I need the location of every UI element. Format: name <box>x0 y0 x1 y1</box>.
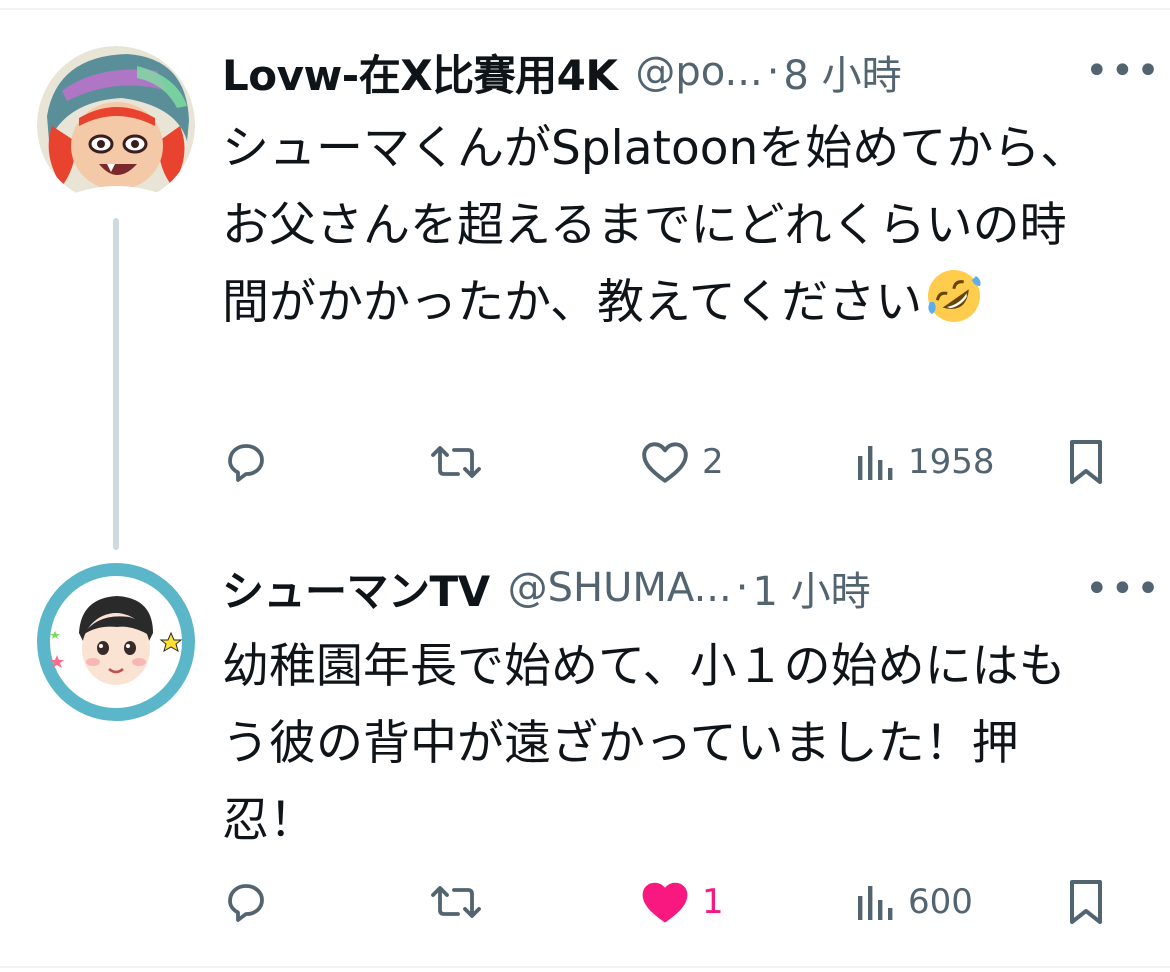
tweet-text: シューマくんがSplatoonを始めてから、お父さんを超えるまでにどれくらいの時… <box>222 110 1102 349</box>
repost-icon <box>431 886 481 918</box>
rolling-on-floor-laughing-icon <box>924 266 984 349</box>
views-count: 1958 <box>908 442 995 482</box>
heart-filled-icon <box>642 882 688 923</box>
tweet-header: Lovw-在X比賽用4K @po... · 8 小時 <box>222 42 902 102</box>
bookmark-button[interactable] <box>1066 872 1106 932</box>
repost-button[interactable] <box>430 432 496 492</box>
reply-button[interactable] <box>222 432 282 492</box>
more-options-icon[interactable]: ••• <box>1085 48 1162 94</box>
reply-icon <box>228 444 264 482</box>
bottom-divider <box>0 966 1170 968</box>
more-options-icon[interactable]: ••• <box>1085 566 1162 612</box>
tweet-actions: 1 600 <box>222 872 1122 932</box>
like-count: 2 <box>702 442 724 482</box>
tweet-text-content: 幼稚園年長で始めて、小１の始めにはもう彼の背中が遠ざかっていました！押忍！ <box>222 639 1066 848</box>
author-handle[interactable]: @po... <box>635 49 762 95</box>
bookmark-button[interactable] <box>1066 432 1106 492</box>
author-handle[interactable]: @SHUMA... <box>508 565 732 611</box>
author-name[interactable]: Lovw-在X比賽用4K <box>222 42 618 103</box>
repost-icon <box>431 446 481 478</box>
reply-icon <box>228 884 264 922</box>
heart-outline-icon <box>642 442 688 483</box>
bookmark-icon <box>1070 440 1102 484</box>
views-button[interactable]: 600 <box>856 872 973 932</box>
reply-button[interactable] <box>222 872 282 932</box>
avatar-image <box>37 46 195 204</box>
separator-dot: · <box>766 49 780 95</box>
like-button[interactable]: 2 <box>640 432 724 492</box>
repost-button[interactable] <box>430 872 496 932</box>
avatar-image: BELIEVE IN YOURSELF SHUMA <box>37 563 195 721</box>
top-divider <box>0 8 1170 10</box>
like-button[interactable]: 1 <box>640 872 724 932</box>
thread-connector-line <box>113 218 119 550</box>
views-button[interactable]: 1958 <box>856 432 995 492</box>
analytics-bars-icon <box>858 886 893 920</box>
avatar-shuma[interactable]: BELIEVE IN YOURSELF SHUMA <box>37 563 195 721</box>
avatar-lovw[interactable] <box>37 46 195 204</box>
bookmark-icon <box>1070 880 1102 924</box>
timestamp[interactable]: 1 小時 <box>752 559 870 617</box>
tweet-text: 幼稚園年長で始めて、小１の始めにはもう彼の背中が遠ざかっていました！押忍！ <box>222 628 1102 859</box>
analytics-bars-icon <box>858 446 893 480</box>
timestamp[interactable]: 8 小時 <box>783 43 901 101</box>
author-name[interactable]: シューマンTV <box>222 558 490 619</box>
views-count: 600 <box>908 882 973 922</box>
tweet-header: シューマンTV @SHUMA... · 1 小時 <box>222 558 871 618</box>
tweet-actions: 2 1958 <box>222 432 1122 492</box>
like-count: 1 <box>702 882 724 922</box>
separator-dot: · <box>735 565 749 611</box>
